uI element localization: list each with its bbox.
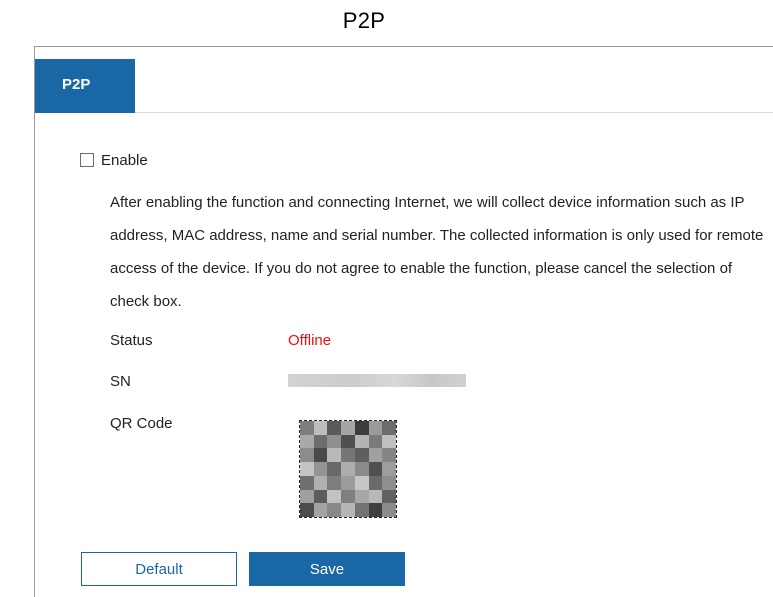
save-button[interactable]: Save — [249, 552, 405, 586]
document-title: P2P — [342, 8, 386, 33]
default-button[interactable]: Default — [81, 552, 237, 586]
sn-label: SN — [110, 373, 131, 390]
tab-p2p[interactable]: P2P — [35, 59, 135, 113]
enable-checkbox[interactable] — [80, 153, 94, 167]
privacy-notice: After enabling the function and connecti… — [110, 194, 764, 310]
p2p-settings-panel: P2P Enable After enabling the function a… — [34, 46, 773, 597]
enable-row[interactable]: Enable — [80, 151, 148, 169]
status-label: Status — [110, 332, 153, 349]
tab-bar: P2P — [35, 47, 773, 113]
sn-value-redacted — [288, 374, 466, 387]
status-value: Offline — [288, 332, 332, 349]
qr-code-label: QR Code — [110, 415, 173, 432]
enable-label[interactable]: Enable — [101, 152, 148, 169]
qr-code-image — [299, 420, 397, 518]
